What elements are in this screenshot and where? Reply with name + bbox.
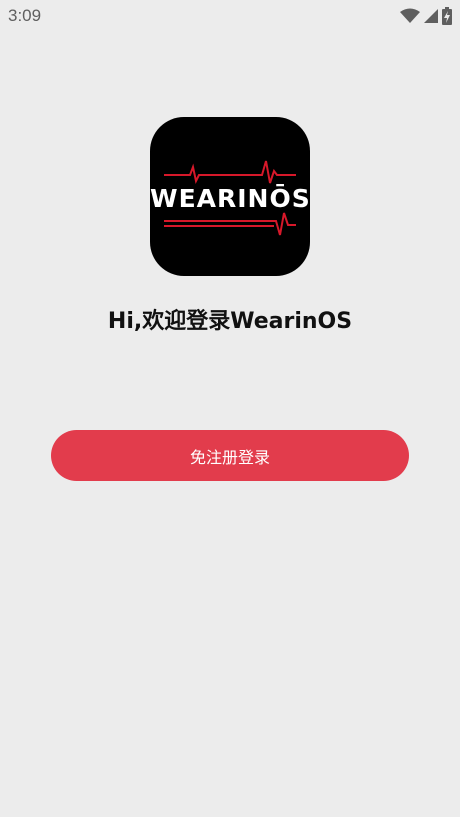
battery-charging-icon <box>442 7 452 25</box>
welcome-title: Hi,欢迎登录WearinOS <box>107 309 353 334</box>
login-without-registration-button[interactable]: 免注册登录 <box>51 430 409 481</box>
wifi-icon <box>400 8 420 24</box>
signal-icon <box>424 8 438 24</box>
status-bar: 3:09 <box>0 0 460 32</box>
status-time: 3:09 <box>8 6 42 25</box>
app-logo: WEARINŌS <box>150 117 310 276</box>
status-icons <box>400 6 452 26</box>
logo-text: WEARINŌS <box>150 184 310 213</box>
